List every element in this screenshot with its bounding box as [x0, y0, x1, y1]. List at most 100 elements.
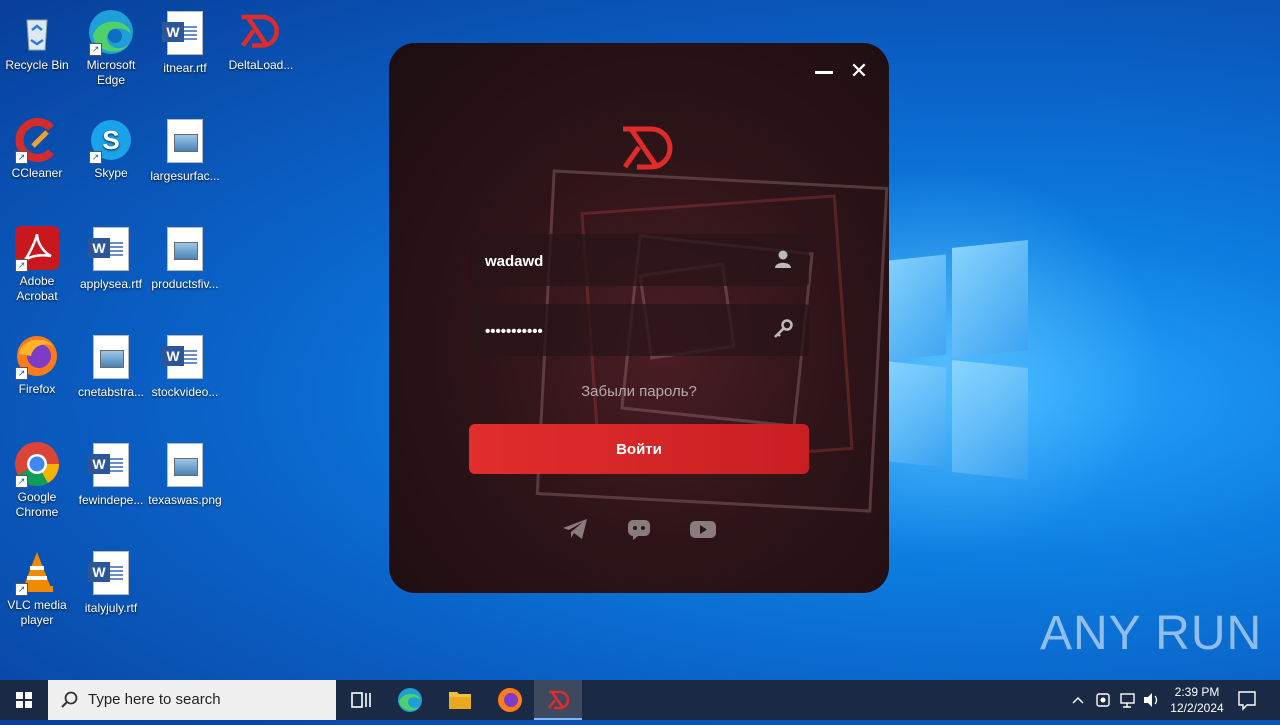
windows-start-icon [16, 692, 32, 708]
minimize-icon [815, 71, 833, 74]
social-links [389, 517, 889, 541]
desktop-icon-stockvideo[interactable]: W stockvideo... [148, 332, 222, 400]
network-icon [1120, 693, 1135, 708]
tray-volume[interactable] [1140, 680, 1162, 720]
speaker-icon [1144, 693, 1158, 707]
taskbar-firefox[interactable] [486, 680, 534, 720]
username-input[interactable] [483, 234, 767, 288]
taskbar-file-explorer[interactable] [436, 680, 484, 720]
taskbar-search-box[interactable]: Type here to search [48, 680, 336, 720]
desktop-icon-italyjuly[interactable]: W italyjuly.rtf [74, 548, 148, 616]
deltaload-login-window: ✕ Забыли пароль? Войти [389, 43, 889, 593]
taskbar-edge[interactable] [386, 680, 434, 720]
start-button[interactable] [0, 680, 48, 720]
taskbar-deltaload[interactable] [534, 680, 582, 720]
shortcut-arrow-icon: ↗ [15, 475, 28, 488]
word-doc-icon: W [161, 335, 209, 383]
desktop-icon-texaswas[interactable]: texaswas.png [148, 440, 222, 508]
youtube-icon[interactable] [689, 517, 717, 541]
desktop-icon-label: productsfiv... [151, 277, 219, 291]
desktop-icon-itnear[interactable]: W itnear.rtf [148, 8, 222, 76]
task-view-button[interactable] [336, 680, 384, 720]
deltaload-logo [617, 123, 681, 175]
folder-icon [449, 692, 471, 709]
key-icon [773, 319, 793, 339]
taskbar-clock[interactable]: 2:39 PM 12/2/2024 [1164, 684, 1230, 716]
password-input[interactable] [483, 304, 767, 358]
image-doc-icon [161, 443, 209, 491]
vlc-icon: ↗ [13, 548, 61, 596]
show-hidden-icons-button[interactable] [1066, 680, 1090, 720]
desktop-icon-largesurfac[interactable]: largesurfac... [148, 116, 222, 184]
discord-icon[interactable] [625, 517, 653, 541]
firefox-icon: ↗ [13, 332, 61, 380]
desktop-icon-label: Skype [94, 166, 128, 180]
desktop-icon-label: italyjuly.rtf [84, 601, 138, 615]
desktop-icon-ccleaner[interactable]: ↗ CCleaner [0, 116, 74, 181]
shortcut-arrow-icon: ↗ [89, 43, 102, 56]
shortcut-arrow-icon: ↗ [15, 151, 28, 164]
desktop-icon-label: VLC media player [7, 598, 67, 627]
tray-meet-now[interactable] [1092, 680, 1114, 720]
deltaload-icon [548, 690, 570, 710]
desktop-icon-firefox[interactable]: ↗ Firefox [0, 332, 74, 397]
desktop-icon-label: Firefox [18, 382, 56, 396]
acrobat-icon: ↗ [13, 224, 61, 272]
windows-logo-wallpaper [880, 240, 1030, 480]
desktop-icon-applysea[interactable]: W applysea.rtf [74, 224, 148, 292]
clock-date: 12/2/2024 [1170, 701, 1224, 715]
image-doc-icon [87, 335, 135, 383]
login-button[interactable]: Войти [469, 424, 809, 474]
word-doc-icon: W [87, 551, 135, 599]
recycle-bin-icon [13, 8, 61, 56]
forgot-password-link[interactable]: Забыли пароль? [389, 383, 889, 400]
shortcut-arrow-icon: ↗ [15, 367, 28, 380]
desktop-icon-vlc[interactable]: ↗ VLC media player [0, 548, 74, 628]
desktop-icon-label: Adobe Acrobat [16, 274, 58, 303]
image-doc-icon [161, 119, 209, 167]
chrome-icon: ↗ [13, 440, 61, 488]
desktop-icon-label: DeltaLoad... [228, 58, 294, 72]
deltaload-icon [237, 8, 285, 56]
word-doc-icon: W [87, 227, 135, 275]
action-center-button[interactable] [1232, 680, 1262, 720]
search-icon [61, 691, 78, 708]
task-view-icon [351, 692, 371, 708]
shortcut-arrow-icon: ↗ [15, 259, 28, 272]
desktop-icon-recycle-bin[interactable]: Recycle Bin [0, 8, 74, 73]
word-doc-icon: W [87, 443, 135, 491]
desktop-icon-label: applysea.rtf [79, 277, 143, 291]
skype-icon: S ↗ [87, 116, 135, 164]
minimize-button[interactable] [815, 61, 835, 81]
tray-network[interactable] [1116, 680, 1138, 720]
desktop-icon-label: Microsoft Edge [86, 58, 136, 87]
desktop-icon-cnetabstra[interactable]: cnetabstra... [74, 332, 148, 400]
telegram-icon[interactable] [561, 517, 589, 541]
search-placeholder: Type here to search [88, 691, 221, 708]
desktop-icon-edge[interactable]: ↗ Microsoft Edge [74, 8, 148, 88]
close-button[interactable]: ✕ [849, 60, 869, 82]
desktop-icon-chrome[interactable]: ↗ Google Chrome [0, 440, 74, 520]
image-doc-icon [161, 227, 209, 275]
desktop-icon-label: stockvideo... [151, 385, 219, 399]
notification-icon [1238, 691, 1256, 711]
desktop-icon-deltaload[interactable]: DeltaLoad... [224, 8, 298, 73]
shortcut-arrow-icon: ↗ [15, 583, 28, 596]
desktop-icon-label: fewindepe... [78, 493, 144, 507]
username-field-container [469, 234, 809, 288]
svg-text:S: S [102, 125, 119, 155]
desktop-icon-label: CCleaner [11, 166, 63, 180]
desktop-icon-acrobat[interactable]: ↗ Adobe Acrobat [0, 224, 74, 304]
desktop-icon-fewindepe[interactable]: W fewindepe... [74, 440, 148, 508]
desktop-icon-label: largesurfac... [150, 169, 220, 183]
desktop-icon-productsfiv[interactable]: productsfiv... [148, 224, 222, 292]
chevron-up-icon [1072, 696, 1084, 704]
word-doc-icon: W [161, 11, 209, 59]
anyrun-watermark: ANY RUN [1040, 607, 1263, 660]
desktop-icon-label: cnetabstra... [77, 385, 145, 399]
user-icon [773, 249, 793, 269]
shortcut-arrow-icon: ↗ [89, 151, 102, 164]
taskbar: Type here to search 2:39 PM 12/2/2024 [0, 680, 1280, 720]
desktop-icon-skype[interactable]: S ↗ Skype [74, 116, 148, 181]
desktop-icon-label: itnear.rtf [163, 61, 207, 75]
